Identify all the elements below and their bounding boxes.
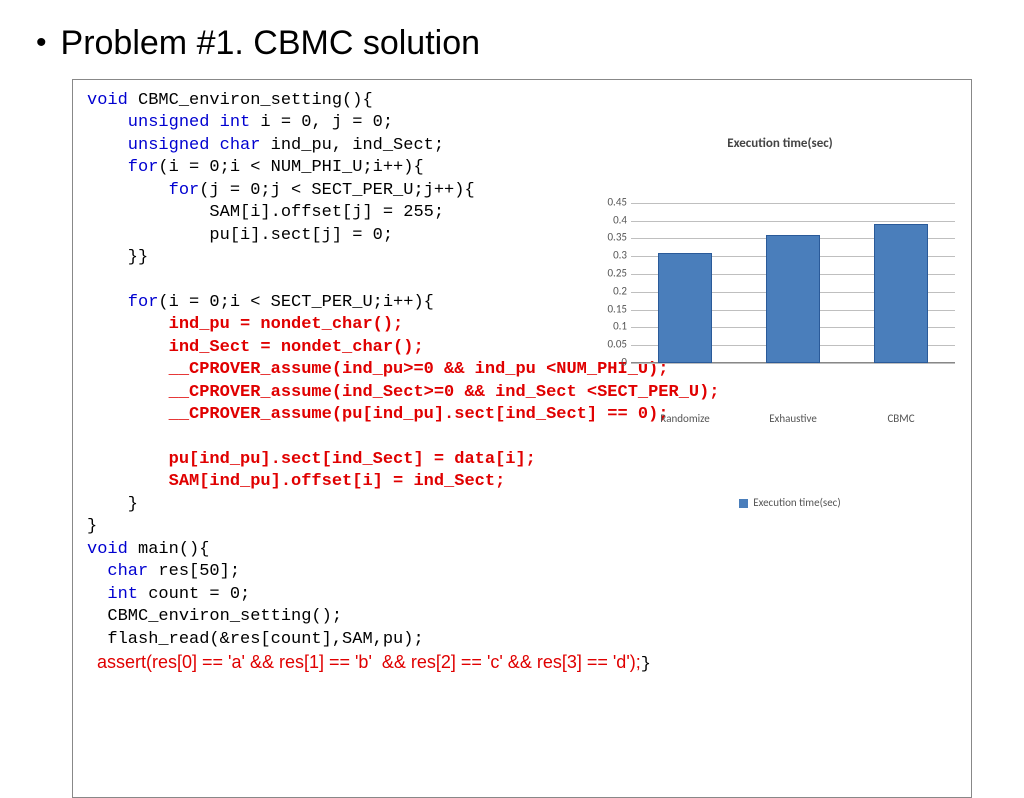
x-tick-label: Exhaustive [739, 412, 847, 427]
kw-void: void [87, 91, 128, 110]
code-text: main(){ [128, 540, 210, 559]
y-tick-label: 0.05 [595, 338, 627, 353]
slide: • Problem #1. CBMC solution void CBMC_en… [0, 0, 1024, 768]
code-text: } [87, 517, 97, 536]
code-text: count = 0; [138, 585, 250, 604]
slide-title-row: • Problem #1. CBMC solution [36, 24, 992, 63]
grid-line [631, 363, 955, 364]
code-text: } [641, 655, 651, 674]
code-text: (i = 0;i < NUM_PHI_U;i++){ [158, 158, 423, 177]
code-red: ind_Sect = nondet_char(); [87, 338, 424, 357]
code-block: void CBMC_environ_setting(){ unsigned in… [72, 79, 972, 798]
y-tick-label: 0.45 [595, 196, 627, 211]
bar [658, 253, 712, 363]
kw-int: int [87, 585, 138, 604]
code-red: __CPROVER_assume(ind_pu>=0 && ind_pu <NU… [87, 360, 669, 379]
kw-for: for [87, 293, 158, 312]
code-red: SAM[ind_pu].offset[i] = ind_Sect; [87, 472, 505, 491]
legend-swatch-icon [739, 499, 748, 508]
kw-uint: unsigned int [87, 113, 250, 132]
bullet-icon: • [36, 28, 47, 58]
code-red: __CPROVER_assume(pu[ind_pu].sect[ind_Sec… [87, 405, 669, 424]
code-text: }} [87, 248, 148, 267]
code-text: pu[i].sect[j] = 0; [87, 226, 393, 245]
kw-for: for [87, 158, 158, 177]
chart-title: Execution time(sec) [595, 135, 965, 152]
chart: Execution time(sec) 00.050.10.150.20.250… [595, 86, 965, 316]
grid-line [631, 203, 955, 204]
grid-line [631, 221, 955, 222]
y-tick-label: 0.2 [595, 285, 627, 300]
y-tick-label: 0.4 [595, 213, 627, 228]
y-tick-label: 0.1 [595, 320, 627, 335]
chart-plot-area: 00.050.10.150.20.250.30.350.40.45 [631, 203, 955, 363]
code-text: res[50]; [148, 562, 240, 581]
y-tick-label: 0.25 [595, 267, 627, 282]
legend-label: Execution time(sec) [753, 496, 840, 509]
code-text: ind_pu, ind_Sect; [260, 136, 444, 155]
code-text: SAM[i].offset[j] = 255; [87, 203, 444, 222]
code-text: i = 0, j = 0; [250, 113, 393, 132]
slide-title: Problem #1. CBMC solution [61, 24, 481, 63]
x-tick-label: Randomize [631, 412, 739, 427]
code-text: (j = 0;j < SECT_PER_U;j++){ [199, 181, 474, 200]
assert-line: assert(res[0] == 'a' && res[1] == 'b' &&… [87, 652, 641, 672]
y-tick-label: 0 [595, 356, 627, 371]
kw-void: void [87, 540, 128, 559]
bar [766, 235, 820, 363]
code-red: pu[ind_pu].sect[ind_Sect] = data[i]; [87, 450, 536, 469]
code-text: (i = 0;i < SECT_PER_U;i++){ [158, 293, 433, 312]
x-axis-labels: RandomizeExhaustiveCBMC [631, 412, 955, 427]
chart-legend: Execution time(sec) [595, 481, 965, 525]
code-text: CBMC_environ_setting(); [87, 607, 342, 626]
kw-uchar: unsigned char [87, 136, 260, 155]
kw-for: for [87, 181, 199, 200]
y-tick-label: 0.3 [595, 249, 627, 264]
y-tick-label: 0.35 [595, 231, 627, 246]
bar [874, 224, 928, 363]
y-tick-label: 0.15 [595, 302, 627, 317]
code-text: CBMC_environ_setting(){ [128, 91, 373, 110]
kw-char: char [87, 562, 148, 581]
x-tick-label: CBMC [847, 412, 955, 427]
code-red: ind_pu = nondet_char(); [87, 315, 403, 334]
code-text: flash_read(&res[count],SAM,pu); [87, 630, 424, 649]
code-text: } [87, 495, 138, 514]
